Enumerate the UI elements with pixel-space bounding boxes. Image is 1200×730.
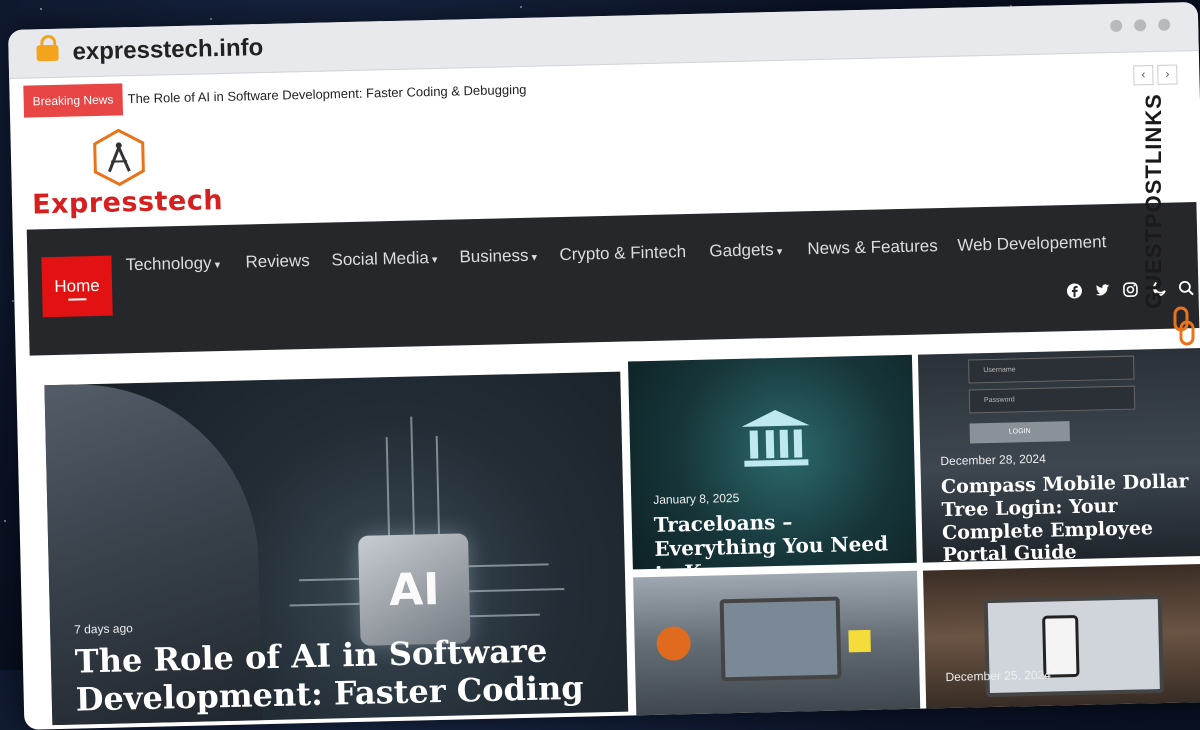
nav-gadgets[interactable]: Gadgets — [709, 240, 782, 262]
twitter-icon[interactable] — [1094, 282, 1110, 298]
post-date: December 28, 2024 — [940, 452, 1046, 468]
nav-crypto-fintech[interactable]: Crypto & Fintech — [559, 242, 686, 265]
password-field-image: Password — [969, 386, 1136, 414]
ticker-prev-button[interactable]: ‹ — [1133, 65, 1153, 85]
browser-window: expresstech.info Breaking News The Role … — [8, 2, 1200, 730]
nav-reviews[interactable]: Reviews — [245, 251, 310, 273]
breaking-news-tag: Breaking News — [23, 83, 122, 117]
breaking-news-headline[interactable]: The Role of AI in Software Development: … — [127, 74, 527, 115]
ai-chip-image: AI — [358, 533, 471, 646]
post-date: December 25, 2024 — [945, 668, 1051, 684]
nav-technology[interactable]: Technology — [125, 253, 220, 275]
featured-post-card[interactable]: AI 7 days ago The Role of AI in Software… — [44, 372, 628, 725]
site-logo[interactable]: Expresstech — [30, 125, 202, 219]
post-date: January 8, 2025 — [653, 491, 739, 507]
post-card[interactable]: Username Password LOGIN December 28, 202… — [918, 348, 1200, 563]
address-bar[interactable]: expresstech.info — [72, 34, 263, 66]
instagram-icon[interactable] — [1122, 281, 1138, 297]
post-card[interactable]: January 8, 2025 Traceloans – Everything … — [628, 355, 917, 570]
login-button-image: LOGIN — [970, 421, 1070, 443]
nav-business[interactable]: Business — [459, 246, 537, 268]
lock-icon — [36, 45, 58, 62]
link-icon — [1172, 306, 1196, 346]
watermark-text: GUESTPOSTLINKS — [1141, 93, 1167, 309]
sticky-note-image — [848, 630, 871, 653]
post-title[interactable]: Traceloans – Everything You Need to Know — [654, 507, 906, 569]
ai-chip-label: AI — [359, 563, 470, 617]
bank-icon — [739, 407, 812, 469]
post-title[interactable]: Compass Mobile Dollar Tree Login: Your C… — [941, 470, 1200, 563]
facebook-icon[interactable] — [1066, 283, 1082, 299]
laptop-image — [720, 597, 842, 682]
guestpostlinks-watermark: GUESTPOSTLINKS — [1156, 58, 1196, 358]
nav-web-development[interactable]: Web Developement — [957, 232, 1106, 256]
post-card[interactable] — [633, 571, 920, 728]
window-dot-icon[interactable] — [1110, 20, 1122, 32]
post-date: 7 days ago — [74, 621, 133, 636]
nav-social-media[interactable]: Social Media — [331, 248, 437, 270]
featured-grid: AI 7 days ago The Role of AI in Software… — [30, 348, 1200, 730]
post-title[interactable]: The Role of AI in Software Development: … — [74, 630, 617, 725]
window-dot-icon[interactable] — [1134, 19, 1146, 31]
compass-logo-icon — [90, 127, 147, 188]
window-dot-icon[interactable] — [1158, 19, 1170, 31]
basketball-image — [656, 626, 691, 661]
main-nav: Home Technology Reviews Social Media Bus… — [27, 202, 1200, 356]
username-field-image: Username — [968, 356, 1135, 384]
logo-text: Expresstech — [32, 185, 224, 220]
nav-home[interactable]: Home — [41, 256, 112, 318]
nav-news-features[interactable]: News & Features — [807, 236, 938, 259]
window-controls — [1110, 19, 1170, 32]
post-card[interactable]: December 25, 2024 — [923, 564, 1200, 721]
